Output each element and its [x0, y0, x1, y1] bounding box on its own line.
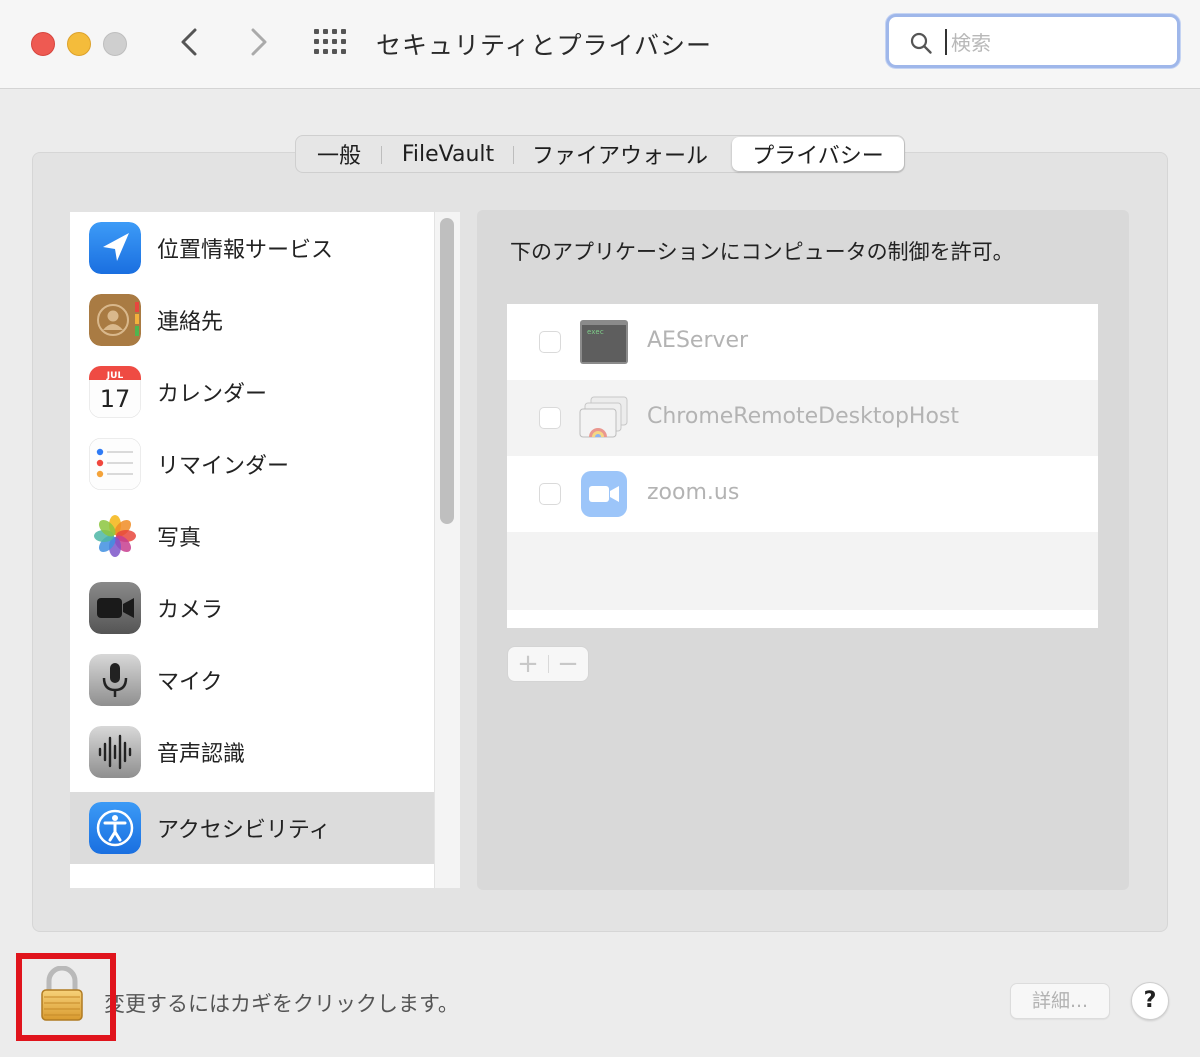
camera-icon: [89, 582, 141, 634]
privacy-category-list: 位置情報サービス 連絡先 JUL 17 カレンダー リマインダー 写真 カメラ …: [70, 212, 460, 888]
sidebar-item-label: カレンダー: [157, 382, 268, 407]
window-toolbar: セキュリティとプライバシー: [0, 0, 1200, 89]
zoom-window-button[interactable]: [103, 32, 127, 56]
tab-filevault[interactable]: FileVault: [382, 137, 514, 171]
app-checkbox[interactable]: [539, 331, 561, 353]
search-icon: [910, 32, 932, 54]
accessibility-icon: [89, 802, 141, 854]
sidebar-item-label: 音声認識: [157, 742, 246, 767]
text-cursor: [945, 29, 947, 55]
help-button[interactable]: ?: [1131, 982, 1169, 1020]
contacts-icon: [89, 294, 141, 346]
app-name: zoom.us: [647, 480, 740, 505]
list-item-chromeremotedesktophost[interactable]: ChromeRemoteDesktopHost: [507, 380, 1098, 456]
calendar-icon: JUL 17: [89, 366, 141, 418]
sidebar-item-microphone[interactable]: マイク: [70, 644, 434, 716]
sidebar-item-label: 写真: [157, 526, 202, 551]
sidebar-item-location-services[interactable]: 位置情報サービス: [70, 212, 434, 284]
app-name: AEServer: [647, 328, 749, 353]
minimize-window-button[interactable]: [67, 32, 91, 56]
microphone-icon: [89, 654, 141, 706]
photos-icon: [89, 510, 141, 562]
zoom-icon: [579, 471, 629, 517]
speech-recognition-icon: [89, 726, 141, 778]
list-item-zoom[interactable]: zoom.us: [507, 456, 1098, 532]
sidebar-scrollbar-thumb[interactable]: [440, 218, 454, 524]
sidebar-item-label: 位置情報サービス: [157, 238, 334, 263]
sidebar-item-label: 連絡先: [157, 310, 224, 335]
location-arrow-icon: [89, 222, 141, 274]
calendar-day: 17: [100, 385, 131, 413]
exec-label: exec: [587, 328, 604, 336]
add-remove-control: + −: [507, 646, 589, 682]
back-button[interactable]: [170, 22, 210, 62]
remove-app-button[interactable]: −: [548, 647, 588, 681]
chrome-remote-desktop-icon: [579, 395, 629, 441]
sidebar-item-reminders[interactable]: リマインダー: [70, 428, 434, 500]
window-title: セキュリティとプライバシー: [376, 31, 713, 60]
sidebar-item-contacts[interactable]: 連絡先: [70, 284, 434, 356]
reminders-icon: [89, 438, 141, 490]
sidebar-item-label: カメラ: [157, 598, 224, 623]
sidebar-item-camera[interactable]: カメラ: [70, 572, 434, 644]
app-checkbox[interactable]: [539, 483, 561, 505]
pane-caption: 下のアプリケーションにコンピュータの制御を許可。: [510, 240, 1014, 264]
app-list: exec AEServer ChromeRemoteDesktopHost zo…: [507, 304, 1098, 628]
highlight-frame: [16, 953, 116, 1041]
details-button[interactable]: 詳細...: [1010, 983, 1110, 1019]
sidebar-item-accessibility[interactable]: アクセシビリティ: [70, 792, 434, 864]
calendar-month: JUL: [106, 371, 124, 381]
app-checkbox[interactable]: [539, 407, 561, 429]
tab-bar: 一般 FileVault ファイアウォール プライバシー: [295, 135, 905, 173]
show-all-button[interactable]: [312, 26, 348, 58]
chevron-right-icon: [251, 28, 267, 56]
app-name: ChromeRemoteDesktopHost: [647, 404, 959, 429]
tab-firewall[interactable]: ファイアウォール: [514, 137, 726, 171]
search-input[interactable]: [949, 25, 1163, 61]
sidebar-item-label: マイク: [157, 670, 223, 695]
sidebar-item-label: アクセシビリティ: [157, 818, 331, 843]
empty-list-row: [507, 532, 1098, 610]
add-app-button[interactable]: +: [508, 647, 548, 681]
forward-button[interactable]: [238, 22, 278, 62]
sidebar-item-speech-recognition[interactable]: 音声認識: [70, 716, 434, 788]
sidebar-item-label: リマインダー: [157, 454, 290, 479]
tab-general[interactable]: 一般: [296, 137, 382, 171]
close-window-button[interactable]: [31, 32, 55, 56]
list-item-aeserver[interactable]: exec AEServer: [507, 304, 1098, 380]
chevron-left-icon: [181, 28, 197, 56]
sidebar-item-calendar[interactable]: JUL 17 カレンダー: [70, 356, 434, 428]
grid-icon: [314, 29, 346, 54]
exec-terminal-icon: exec: [579, 319, 629, 365]
tab-privacy[interactable]: プライバシー: [732, 137, 904, 171]
lock-hint-text: 変更するにはカギをクリックします。: [104, 992, 459, 1016]
search-field[interactable]: [886, 14, 1180, 68]
sidebar-item-photos[interactable]: 写真: [70, 500, 434, 572]
